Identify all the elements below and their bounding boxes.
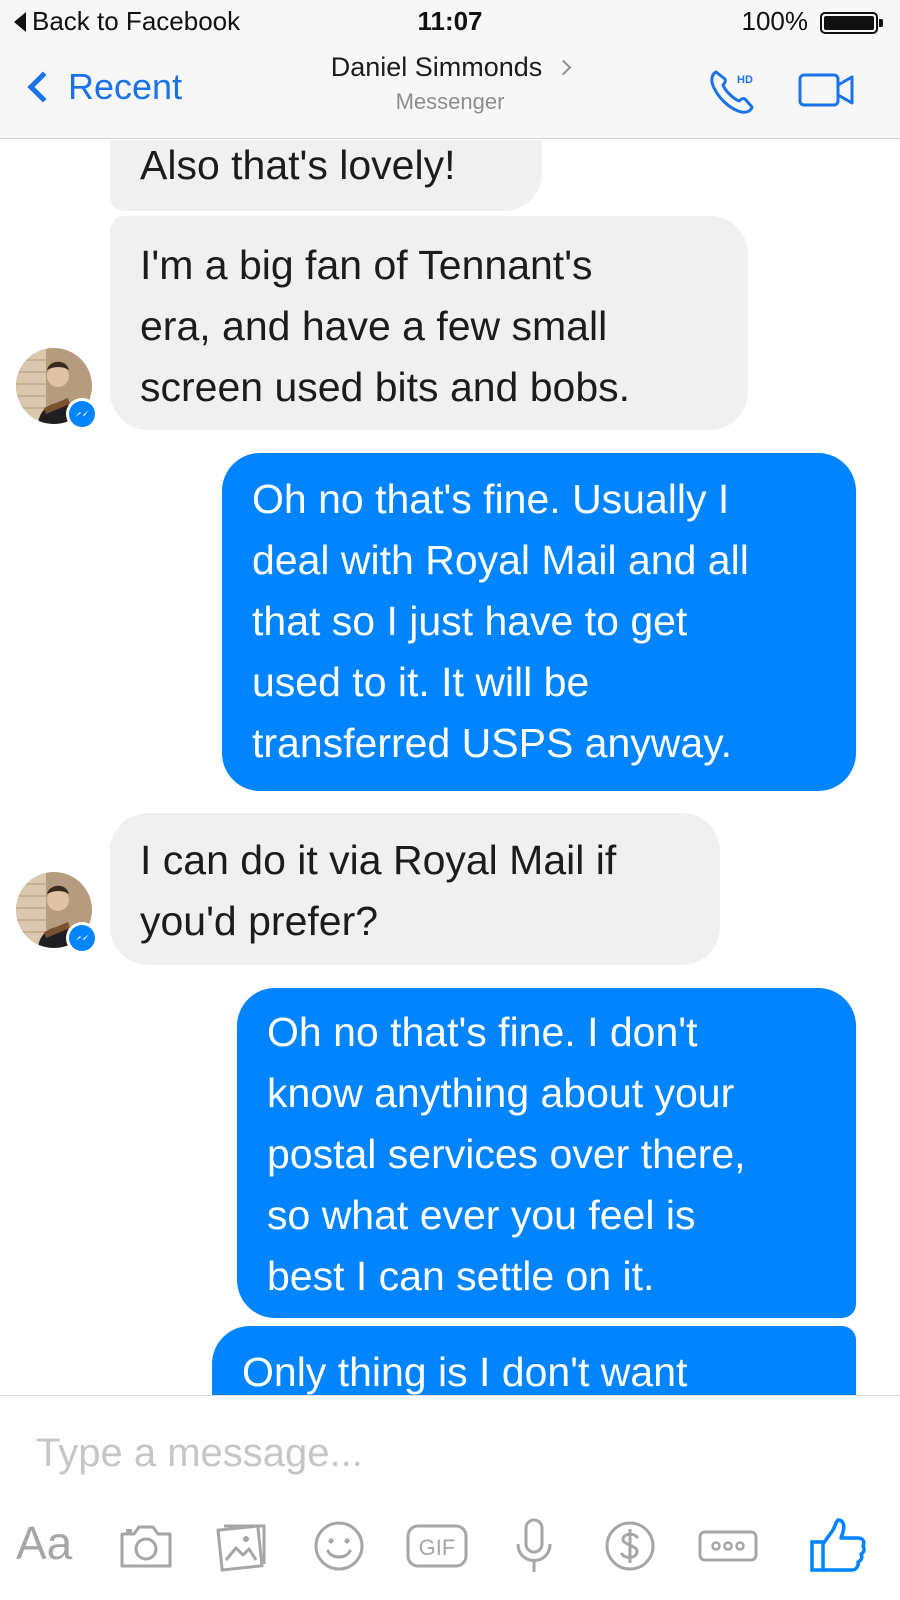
- conversation-header: Recent Daniel Simmonds Messenger HD: [0, 44, 900, 139]
- message-line: best I can settle on it.: [267, 1253, 655, 1299]
- thumbs-up-icon[interactable]: [806, 1514, 870, 1578]
- message-line: know anything about your: [267, 1070, 735, 1116]
- chevron-right-icon: [556, 59, 572, 76]
- recent-label: Recent: [68, 66, 183, 107]
- message-line: era, and have a few small: [140, 303, 608, 349]
- message-input[interactable]: [36, 1424, 856, 1482]
- battery-percentage: 100%: [741, 6, 809, 36]
- payment-dollar-icon[interactable]: [598, 1514, 662, 1578]
- message-line: screen used bits and bobs.: [140, 364, 631, 410]
- incoming-message-bubble[interactable]: I can do it via Royal Mail if you'd pref…: [110, 813, 720, 965]
- hd-badge-label: HD: [737, 74, 753, 86]
- messenger-badge-icon: [66, 398, 98, 430]
- chevron-left-icon: [27, 71, 59, 103]
- message-line: that so I just have to get: [252, 598, 688, 644]
- message-thread[interactable]: Also that's lovely! I'm a big fan of Ten…: [0, 140, 900, 1395]
- incoming-message-bubble[interactable]: I'm a big fan of Tennant's era, and have…: [110, 216, 748, 430]
- message-line: you'd prefer?: [140, 898, 379, 944]
- phone-hd-icon[interactable]: HD: [706, 64, 760, 118]
- emoji-icon[interactable]: [307, 1514, 371, 1578]
- message-line: I'm a big fan of Tennant's: [140, 242, 593, 288]
- video-camera-icon[interactable]: [798, 70, 856, 110]
- more-options-icon[interactable]: [696, 1514, 760, 1578]
- message-line: deal with Royal Mail and all: [252, 537, 749, 583]
- photo-gallery-icon[interactable]: [210, 1514, 274, 1578]
- status-bar: Back to Facebook 11:07 100%: [0, 0, 900, 44]
- recent-back-button[interactable]: Recent: [24, 66, 182, 108]
- outgoing-message-bubble[interactable]: Oh no that's fine. I don't know anything…: [237, 988, 856, 1318]
- message-line: so what ever you feel is: [267, 1192, 696, 1238]
- text-format-icon[interactable]: Aa: [16, 1516, 72, 1570]
- microphone-icon[interactable]: [502, 1514, 566, 1578]
- camera-icon[interactable]: [114, 1514, 178, 1578]
- message-line: Also that's lovely!: [140, 142, 456, 188]
- message-line: Oh no that's fine. I don't: [267, 1009, 698, 1055]
- gif-icon[interactable]: GIF: [404, 1514, 470, 1578]
- message-line: Only thing is I don't want: [242, 1349, 688, 1395]
- contact-subtitle: Messenger: [395, 89, 505, 114]
- message-composer: Aa: [0, 1395, 900, 1600]
- contact-avatar[interactable]: [16, 872, 98, 954]
- contact-title[interactable]: Daniel Simmonds Messenger: [250, 52, 650, 115]
- composer-toolbar: Aa GIF: [0, 1506, 900, 1586]
- contact-name: Daniel Simmonds: [330, 52, 543, 82]
- messenger-badge-icon: [66, 922, 98, 954]
- incoming-message-bubble[interactable]: Also that's lovely!: [110, 140, 542, 211]
- contact-avatar[interactable]: [16, 348, 98, 430]
- outgoing-message-bubble[interactable]: Only thing is I don't want: [212, 1326, 856, 1395]
- message-line: used to it. It will be: [252, 659, 590, 705]
- battery-icon: [820, 12, 883, 34]
- message-line: I can do it via Royal Mail if: [140, 837, 617, 883]
- message-line: transferred USPS anyway.: [252, 720, 733, 766]
- message-line: Oh no that's fine. Usually I: [252, 476, 730, 522]
- message-line: postal services over there,: [267, 1131, 746, 1177]
- outgoing-message-bubble[interactable]: Oh no that's fine. Usually I deal with R…: [222, 453, 856, 791]
- gif-label: GIF: [419, 1535, 456, 1560]
